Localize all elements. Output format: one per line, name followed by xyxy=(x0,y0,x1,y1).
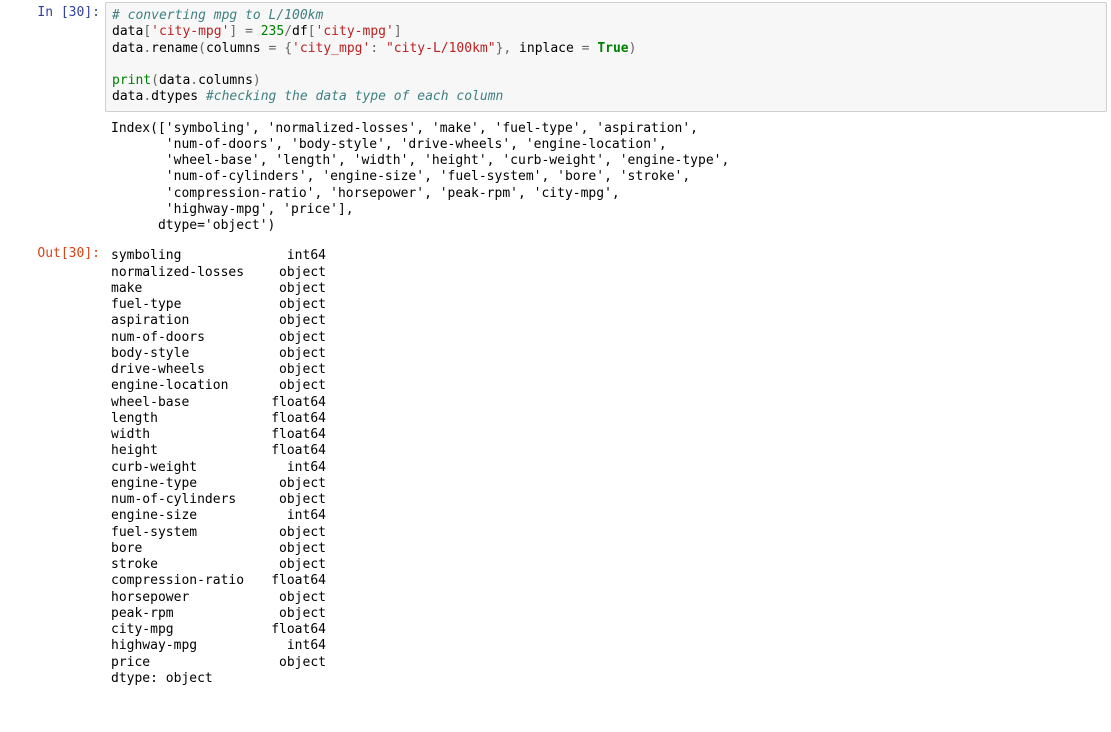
dtype-name: make xyxy=(111,281,266,297)
dtype-name: drive-wheels xyxy=(111,362,266,378)
dtype-type: int64 xyxy=(266,248,326,264)
dtype-name: highway-mpg xyxy=(111,638,266,654)
dtype-type: object xyxy=(266,525,326,541)
dtype-type: object xyxy=(266,346,326,362)
in-prompt: In [30]: xyxy=(0,0,105,26)
dtype-row: drive-wheelsobject xyxy=(111,362,1101,378)
dtype-type: int64 xyxy=(266,460,326,476)
dtype-row: strokeobject xyxy=(111,557,1101,573)
dtype-type: object xyxy=(266,606,326,622)
dtype-type: int64 xyxy=(266,638,326,654)
dtype-type: float64 xyxy=(266,427,326,443)
dtype-row: priceobject xyxy=(111,655,1101,671)
dtype-name: length xyxy=(111,411,266,427)
dtype-row: highway-mpgint64 xyxy=(111,638,1101,654)
dtype-type: object xyxy=(266,265,326,281)
dtype-row: city-mpgfloat64 xyxy=(111,622,1101,638)
dtype-row: num-of-doorsobject xyxy=(111,330,1101,346)
dtype-name: compression-ratio xyxy=(111,573,266,589)
dtype-name: city-mpg xyxy=(111,622,266,638)
result-output: symbolingint64normalized-lossesobjectmak… xyxy=(105,243,1107,692)
dtype-name: horsepower xyxy=(111,590,266,606)
dtype-type: object xyxy=(266,281,326,297)
dtype-type: object xyxy=(266,590,326,606)
dtype-name: fuel-type xyxy=(111,297,266,313)
dtype-row: engine-sizeint64 xyxy=(111,508,1101,524)
dtype-row: boreobject xyxy=(111,541,1101,557)
dtype-name: bore xyxy=(111,541,266,557)
dtype-row: fuel-typeobject xyxy=(111,297,1101,313)
out-prompt: Out[30]: xyxy=(0,241,105,267)
dtype-name: num-of-cylinders xyxy=(111,492,266,508)
dtype-row: compression-ratiofloat64 xyxy=(111,573,1101,589)
dtype-row: heightfloat64 xyxy=(111,443,1101,459)
result-output-cell: Out[30]: symbolingint64normalized-losses… xyxy=(0,241,1111,694)
dtype-type: float64 xyxy=(266,622,326,638)
dtype-name: fuel-system xyxy=(111,525,266,541)
dtypes-footer: dtype: object xyxy=(111,671,1101,687)
dtype-name: engine-size xyxy=(111,508,266,524)
dtype-type: object xyxy=(266,362,326,378)
dtype-type: object xyxy=(266,476,326,492)
dtype-type: object xyxy=(266,313,326,329)
dtype-name: price xyxy=(111,655,266,671)
dtype-type: float64 xyxy=(266,443,326,459)
dtype-name: aspiration xyxy=(111,313,266,329)
dtype-row: widthfloat64 xyxy=(111,427,1101,443)
stdout-output-cell: Index(['symboling', 'normalized-losses',… xyxy=(0,114,1111,242)
dtype-type: object xyxy=(266,541,326,557)
dtype-name: normalized-losses xyxy=(111,265,266,281)
dtype-type: int64 xyxy=(266,508,326,524)
dtype-type: object xyxy=(266,378,326,394)
code-input-area[interactable]: # converting mpg to L/100km data['city-m… xyxy=(105,2,1107,112)
dtype-type: object xyxy=(266,297,326,313)
dtype-row: fuel-systemobject xyxy=(111,525,1101,541)
dtype-name: curb-weight xyxy=(111,460,266,476)
dtype-name: stroke xyxy=(111,557,266,573)
dtype-type: float64 xyxy=(266,411,326,427)
dtype-row: peak-rpmobject xyxy=(111,606,1101,622)
dtype-name: wheel-base xyxy=(111,395,266,411)
dtype-type: float64 xyxy=(266,573,326,589)
dtype-row: symbolingint64 xyxy=(111,248,1101,264)
input-cell: In [30]: # converting mpg to L/100km dat… xyxy=(0,0,1111,114)
dtype-name: body-style xyxy=(111,346,266,362)
stdout-prompt-blank xyxy=(0,114,105,124)
dtype-row: curb-weightint64 xyxy=(111,460,1101,476)
dtype-row: makeobject xyxy=(111,281,1101,297)
dtype-name: engine-location xyxy=(111,378,266,394)
dtype-row: wheel-basefloat64 xyxy=(111,395,1101,411)
dtype-name: engine-type xyxy=(111,476,266,492)
dtype-row: normalized-lossesobject xyxy=(111,265,1101,281)
dtype-type: object xyxy=(266,330,326,346)
dtype-row: horsepowerobject xyxy=(111,590,1101,606)
dtype-row: lengthfloat64 xyxy=(111,411,1101,427)
dtype-type: object xyxy=(266,492,326,508)
notebook-container: In [30]: # converting mpg to L/100km dat… xyxy=(0,0,1111,694)
dtype-row: num-of-cylindersobject xyxy=(111,492,1101,508)
dtype-name: symboling xyxy=(111,248,266,264)
dtype-type: float64 xyxy=(266,395,326,411)
dtype-name: height xyxy=(111,443,266,459)
dtype-row: body-styleobject xyxy=(111,346,1101,362)
dtype-row: aspirationobject xyxy=(111,313,1101,329)
dtype-type: object xyxy=(266,655,326,671)
dtype-name: num-of-doors xyxy=(111,330,266,346)
dtype-type: object xyxy=(266,557,326,573)
dtype-row: engine-locationobject xyxy=(111,378,1101,394)
dtype-name: width xyxy=(111,427,266,443)
dtype-row: engine-typeobject xyxy=(111,476,1101,492)
dtype-name: peak-rpm xyxy=(111,606,266,622)
stdout-output: Index(['symboling', 'normalized-losses',… xyxy=(105,116,1107,240)
